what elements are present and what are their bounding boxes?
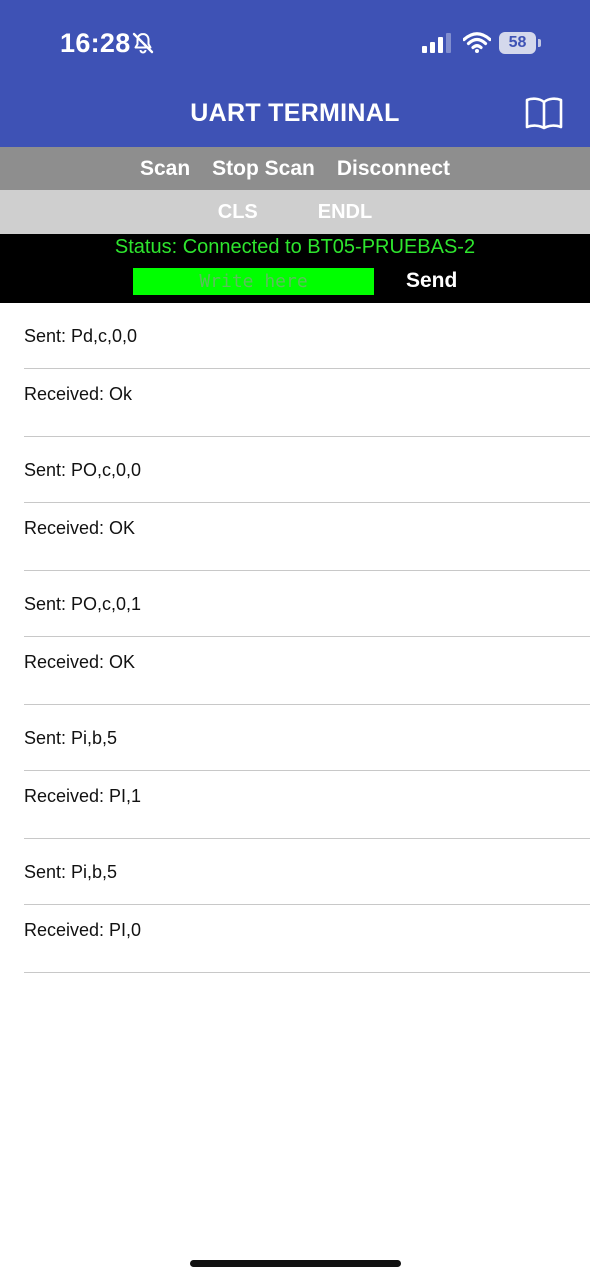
message-input[interactable] (133, 268, 374, 295)
list-item: Sent: PO,c,0,1 (24, 571, 590, 637)
connection-status: Status: Connected to BT05-PRUEBAS-2 (114, 236, 476, 258)
scan-button[interactable]: Scan (140, 157, 190, 181)
signal-icon (422, 33, 451, 53)
send-button[interactable]: Send (406, 269, 457, 293)
terminal-toolbar: CLS ENDL (0, 190, 590, 234)
stop-scan-button[interactable]: Stop Scan (212, 157, 315, 181)
bell-slash-icon (132, 32, 154, 54)
message-text: Received: PI,0 (24, 920, 142, 940)
home-indicator[interactable] (190, 1260, 401, 1267)
screen: 16:28 58 UART TERMINAL Scan Stop Scan Di… (0, 0, 590, 1280)
message-text: Received: PI,1 (24, 786, 142, 806)
message-text: Sent: Pi,b,5 (24, 728, 118, 748)
status-time: 16:28 (60, 28, 131, 58)
page-title: UART TERMINAL (190, 99, 400, 127)
battery-nub (538, 39, 541, 47)
list-item: Received: Ok (24, 369, 590, 437)
message-text: Received: Ok (24, 384, 133, 404)
message-log: Sent: Pd,c,0,0 Received: Ok Sent: PO,c,0… (0, 303, 590, 973)
list-item: Received: PI,1 (24, 771, 590, 839)
disconnect-button[interactable]: Disconnect (337, 157, 450, 181)
connection-panel: Status: Connected to BT05-PRUEBAS-2 Send (0, 234, 590, 303)
battery-icon: 58 (499, 32, 536, 54)
list-item: Received: PI,0 (24, 905, 590, 973)
list-item: Sent: Pd,c,0,0 (24, 303, 590, 369)
list-item: Sent: Pi,b,5 (24, 705, 590, 771)
list-item: Sent: Pi,b,5 (24, 839, 590, 905)
message-text: Sent: Pd,c,0,0 (24, 326, 138, 346)
message-text: Received: OK (24, 518, 136, 538)
list-item: Received: OK (24, 503, 590, 571)
message-text: Sent: PO,c,0,1 (24, 594, 142, 614)
app-header: 16:28 58 UART TERMINAL (0, 0, 590, 147)
wifi-icon (463, 32, 491, 53)
message-text: Sent: PO,c,0,0 (24, 460, 142, 480)
list-item: Sent: PO,c,0,0 (24, 437, 590, 503)
scan-toolbar: Scan Stop Scan Disconnect (0, 147, 590, 190)
endl-button[interactable]: ENDL (318, 201, 372, 224)
list-item: Received: OK (24, 637, 590, 705)
book-icon[interactable] (524, 96, 564, 130)
message-text: Sent: Pi,b,5 (24, 862, 118, 882)
message-text: Received: OK (24, 652, 136, 672)
cls-button[interactable]: CLS (218, 201, 258, 224)
